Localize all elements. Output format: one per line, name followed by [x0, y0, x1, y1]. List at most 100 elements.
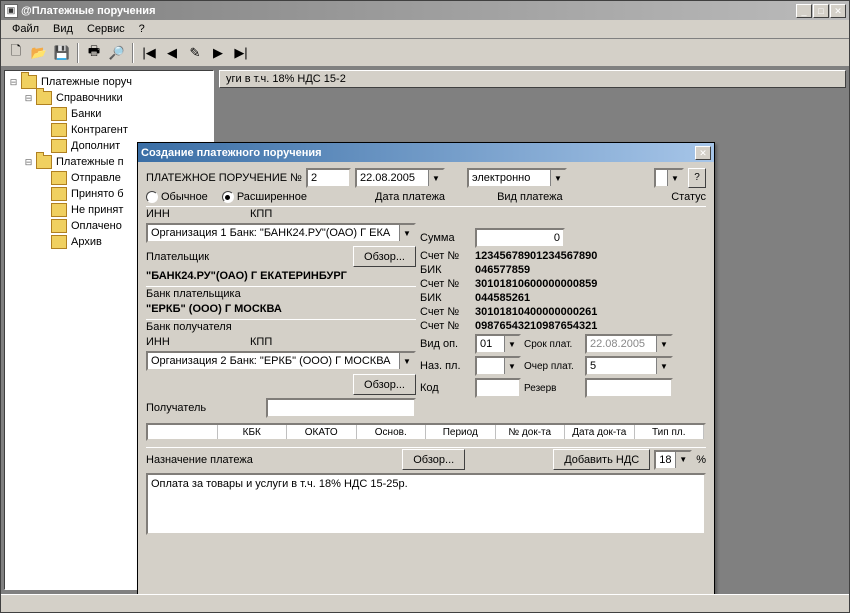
ocher-label: Очер плат.	[524, 361, 582, 372]
new-icon[interactable]: 🗋	[5, 42, 27, 64]
payment-dialog: Создание платежного поручения ✕ ПЛАТЕЖНО…	[137, 142, 715, 594]
vid-dropdown[interactable]: электронно▼	[467, 168, 567, 188]
print-icon[interactable]: 🖶	[83, 42, 105, 64]
bik1-value: 046577859	[475, 264, 530, 276]
toolbar: 🗋 📂 💾 🖶 🔎 |◀ ◀ ✎ ▶ ▶|	[1, 39, 849, 67]
plat-label: Плательщик	[146, 251, 209, 263]
nazpl-label: Наз. пл.	[420, 360, 472, 372]
chevron-down-icon: ▼	[675, 452, 690, 468]
bank24-text: "БАНК24.РУ"(ОАО) Г ЕКАТЕРИНБУРГ	[146, 270, 416, 282]
next-icon[interactable]: ▶	[207, 42, 229, 64]
org2-dropdown[interactable]: Организация 2 Банк: "ЕРКБ" (ООО) Г МОСКВ…	[146, 351, 416, 371]
obzor3-button[interactable]: Обзор...	[402, 449, 465, 470]
datep-label: Дата платежа	[375, 191, 445, 203]
folder-icon	[51, 219, 67, 233]
nazpl-dropdown[interactable]: ▼	[475, 356, 521, 376]
obzor2-button[interactable]: Обзор...	[353, 374, 416, 395]
maximize-button[interactable]: □	[813, 4, 829, 18]
inn-label: ИНН	[146, 208, 246, 220]
dialog-close-button[interactable]: ✕	[695, 146, 711, 160]
folder-icon	[51, 203, 67, 217]
close-button[interactable]: ✕	[830, 4, 846, 18]
menu-help[interactable]: ?	[132, 21, 152, 37]
save-icon[interactable]: 💾	[51, 42, 73, 64]
separator	[77, 43, 79, 63]
folder-icon	[51, 187, 67, 201]
statusbar	[1, 594, 849, 612]
obzor1-button[interactable]: Обзор...	[353, 246, 416, 267]
folder-icon	[51, 235, 67, 249]
kpp-label: КПП	[250, 208, 272, 220]
edit-icon[interactable]: ✎	[184, 42, 206, 64]
minimize-button[interactable]: _	[796, 4, 812, 18]
radio-obych[interactable]: Обычное	[146, 191, 208, 203]
folder-icon	[51, 107, 67, 121]
last-icon[interactable]: ▶|	[230, 42, 252, 64]
col-empty	[148, 425, 218, 439]
chevron-down-icon: ▼	[428, 170, 443, 186]
num-input[interactable]	[306, 168, 351, 188]
first-icon[interactable]: |◀	[138, 42, 160, 64]
srok-dropdown[interactable]: 22.08.2005▼	[585, 334, 673, 354]
dialog-title: Создание платежного поручения	[141, 147, 695, 159]
folder-icon	[51, 171, 67, 185]
erkb-text: "ЕРКБ" (ООО) Г МОСКВА	[146, 303, 416, 315]
summa-input[interactable]	[475, 228, 565, 248]
org1-dropdown[interactable]: Организация 1 Банк: "БАНК24.РУ"(ОАО) Г Е…	[146, 223, 416, 243]
ppn-label: ПЛАТЕЖНОЕ ПОРУЧЕНИЕ №	[146, 172, 302, 184]
vidop-label: Вид оп.	[420, 338, 472, 350]
nds-dropdown[interactable]: 18▼	[654, 450, 692, 470]
rezerv-input[interactable]	[585, 378, 673, 398]
dialog-titlebar: Создание платежного поручения ✕	[138, 143, 714, 162]
main-titlebar: ▣ @Платежные поручения _ □ ✕	[1, 1, 849, 20]
ocher-dropdown[interactable]: 5▼	[585, 356, 673, 376]
kpp2-label: КПП	[250, 336, 272, 348]
tree-sprav[interactable]: ⊟Справочники	[8, 90, 210, 106]
window-title: @Платежные поручения	[21, 5, 796, 17]
status-dropdown[interactable]: ▼	[654, 168, 684, 188]
menu-file[interactable]: Файл	[5, 21, 46, 37]
summa-label: Сумма	[420, 232, 472, 244]
vidp-label: Вид платежа	[497, 191, 563, 203]
bik2-value: 044585261	[475, 292, 530, 304]
chevron-down-icon: ▼	[504, 336, 519, 352]
help-button[interactable]: ?	[688, 168, 706, 188]
date-dropdown[interactable]: 22.08.2005▼	[355, 168, 445, 188]
chevron-down-icon: ▼	[656, 336, 671, 352]
schet2-label: Счет №	[420, 278, 472, 290]
prev-icon[interactable]: ◀	[161, 42, 183, 64]
schet3-label: Счет №	[420, 306, 472, 318]
menu-service[interactable]: Сервис	[80, 21, 132, 37]
bottom-columns[interactable]: КБК ОКАТО Основ. Период № док-та Дата до…	[146, 423, 706, 441]
separator	[132, 43, 134, 63]
chevron-down-icon: ▼	[550, 170, 565, 186]
chevron-down-icon: ▼	[656, 358, 671, 374]
nazn-label: Назначение платежа	[146, 454, 253, 466]
inn2-label: ИНН	[146, 336, 246, 348]
pct-label: %	[696, 454, 706, 466]
kod-label: Код	[420, 382, 472, 394]
bik1-label: БИК	[420, 264, 472, 276]
chevron-down-icon: ▼	[667, 170, 682, 186]
tree-banks[interactable]: Банки	[8, 106, 210, 122]
col-ndok: № док-та	[496, 425, 566, 439]
col-kbk: КБК	[218, 425, 288, 439]
nazn-textarea[interactable]: Оплата за товары и услуги в т.ч. 18% НДС…	[146, 473, 706, 535]
find-icon[interactable]: 🔎	[106, 42, 128, 64]
menu-view[interactable]: Вид	[46, 21, 80, 37]
folder-icon	[51, 123, 67, 137]
vidop-dropdown[interactable]: 01▼	[475, 334, 521, 354]
radio-rassh[interactable]: Расширенное	[222, 191, 307, 203]
chevron-down-icon: ▼	[399, 225, 414, 241]
addnds-button[interactable]: Добавить НДС	[553, 449, 650, 470]
poluch-input[interactable]	[266, 398, 416, 418]
mdi-area: ⊟Платежные поруч ⊟Справочники Банки Конт…	[1, 67, 849, 594]
col-osnov: Основ.	[357, 425, 427, 439]
bik2-label: БИК	[420, 292, 472, 304]
tree-contr[interactable]: Контрагент	[8, 122, 210, 138]
col-tippl: Тип пл.	[635, 425, 705, 439]
kod-input[interactable]	[475, 378, 521, 398]
col-datadok: Дата док-та	[565, 425, 635, 439]
open-icon[interactable]: 📂	[28, 42, 50, 64]
chevron-down-icon: ▼	[399, 353, 414, 369]
